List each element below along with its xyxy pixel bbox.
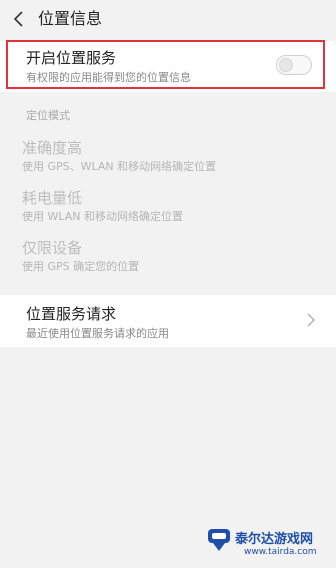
mode-subtitle: 使用 WLAN 和移动网络确定位置 <box>22 210 184 223</box>
toggle-knob <box>279 58 293 72</box>
page-title: 位置信息 <box>38 9 103 28</box>
mode-item-battery-saving[interactable]: 耗电量低 使用 WLAN 和移动网络确定位置 <box>0 177 336 227</box>
watermark: 泰尔达游戏网 www.tairda.com <box>200 512 336 568</box>
positioning-mode-list: 准确度高 使用 GPS、WLAN 和移动网络确定位置 耗电量低 使用 WLAN … <box>0 127 336 287</box>
mode-subtitle: 使用 GPS、WLAN 和移动网络确定位置 <box>22 160 217 173</box>
watermark-name: 泰尔达游戏网 <box>235 532 314 547</box>
positioning-mode-label: 定位模式 <box>26 109 70 122</box>
mode-title: 准确度高 <box>22 139 83 157</box>
watermark-logo-icon <box>208 529 230 551</box>
location-requests-title: 位置服务请求 <box>26 305 117 323</box>
location-service-title: 开启位置服务 <box>26 49 117 67</box>
location-service-toggle[interactable] <box>276 55 312 75</box>
chevron-left-icon[interactable] <box>10 9 30 29</box>
location-requests-subtitle: 最近使用位置服务请求的应用 <box>26 327 169 340</box>
mode-title: 仅限设备 <box>22 239 83 257</box>
chevron-right-icon <box>307 313 315 327</box>
header: 位置信息 <box>0 0 336 40</box>
watermark-url: www.tairda.com <box>244 547 317 557</box>
mode-item-high-accuracy[interactable]: 准确度高 使用 GPS、WLAN 和移动网络确定位置 <box>0 127 336 177</box>
mode-title: 耗电量低 <box>22 189 83 207</box>
location-service-subtitle: 有权限的应用能得到您的位置信息 <box>26 71 191 84</box>
location-requests-row[interactable]: 位置服务请求 最近使用位置服务请求的应用 <box>0 295 336 347</box>
mode-subtitle: 使用 GPS 确定您的位置 <box>22 260 140 273</box>
mode-item-device-only[interactable]: 仅限设备 使用 GPS 确定您的位置 <box>0 227 336 277</box>
